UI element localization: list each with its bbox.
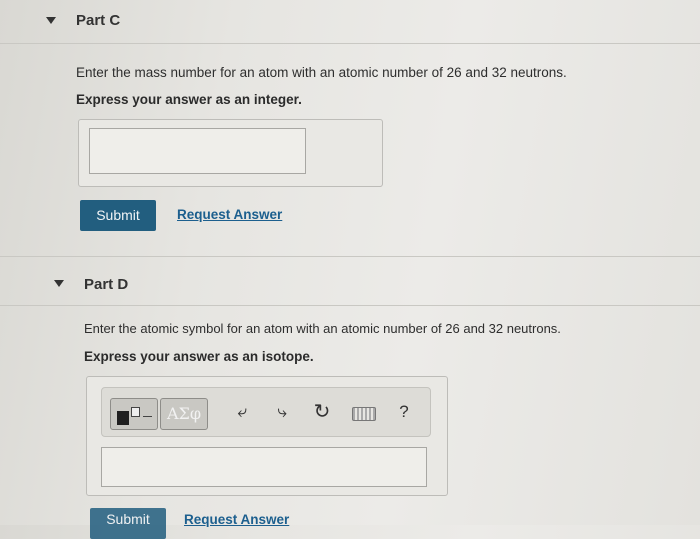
part-d-title[interactable]: Part D <box>84 276 128 293</box>
equation-toolbar: ΑΣφ ⤶ ⤷ ↻ ? <box>101 387 431 437</box>
part-c-instruction: Express your answer as an integer. <box>76 92 302 107</box>
divider <box>0 43 700 44</box>
greek-letters-icon: ΑΣφ <box>166 404 202 423</box>
part-d-instruction: Express your answer as an isotope. <box>84 349 314 364</box>
help-icon[interactable]: ? <box>392 400 416 424</box>
reset-icon[interactable]: ↻ <box>310 400 334 424</box>
redo-icon[interactable]: ⤷ <box>270 400 294 424</box>
part-c-collapse-caret-icon[interactable] <box>46 17 56 24</box>
part-c-submit-button[interactable]: Submit <box>80 200 156 231</box>
divider <box>0 256 700 257</box>
part-c-title[interactable]: Part C <box>76 12 120 29</box>
part-d-collapse-caret-icon[interactable] <box>54 280 64 287</box>
template-icon <box>117 407 163 425</box>
template-button[interactable] <box>110 398 158 430</box>
part-d-submit-button[interactable]: Submit <box>90 508 166 539</box>
part-d-answer-input[interactable] <box>101 447 427 487</box>
undo-icon[interactable]: ⤶ <box>230 400 254 424</box>
part-d-answer-container: ΑΣφ ⤶ ⤷ ↻ ? <box>86 376 448 496</box>
part-d-prompt: Enter the atomic symbol for an atom with… <box>84 321 561 336</box>
part-c-answer-input[interactable] <box>89 128 306 174</box>
part-c-request-answer-link[interactable]: Request Answer <box>177 207 282 222</box>
greek-symbols-button[interactable]: ΑΣφ <box>160 398 208 430</box>
divider <box>0 305 700 306</box>
keyboard-icon[interactable] <box>352 407 376 421</box>
part-c-prompt: Enter the mass number for an atom with a… <box>76 65 567 80</box>
part-c-answer-container <box>78 119 383 187</box>
